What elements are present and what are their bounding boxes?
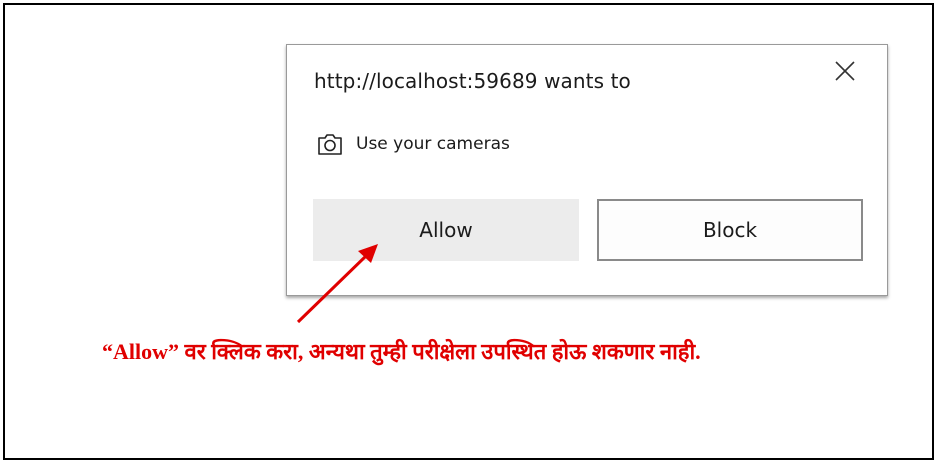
permission-row: Use your cameras — [316, 129, 510, 159]
allow-button[interactable]: Allow — [313, 199, 579, 261]
dialog-title: http://localhost:59689 wants to — [314, 69, 631, 93]
block-button[interactable]: Block — [597, 199, 863, 261]
annotation-text: “Allow” वर क्लिक करा, अन्यथा तुम्ही परीक… — [102, 339, 701, 364]
permission-label: Use your cameras — [356, 134, 510, 154]
close-button[interactable] — [833, 59, 857, 83]
close-icon — [835, 61, 855, 81]
camera-icon — [318, 134, 342, 155]
permission-dialog: http://localhost:59689 wants to Use your… — [286, 44, 888, 296]
